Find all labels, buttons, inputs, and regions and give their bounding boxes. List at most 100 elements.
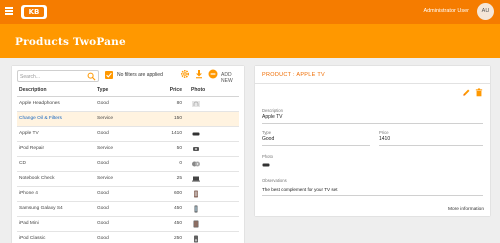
cell-type: Service xyxy=(97,111,153,127)
cell-photo xyxy=(186,156,239,172)
edit-pencil-icon[interactable] xyxy=(462,88,471,97)
app-logo[interactable]: KB xyxy=(21,5,47,19)
table-row[interactable]: iPod Repair Service 50 xyxy=(17,141,239,157)
cell-photo xyxy=(186,171,239,187)
cell-type: Good xyxy=(97,156,153,172)
cell-photo xyxy=(186,231,239,243)
cell-description: CD xyxy=(17,156,97,172)
cell-description: Samsung Galaxy S4 xyxy=(17,201,97,217)
ipad-mini-thumbnail-icon xyxy=(193,220,199,227)
download-icon[interactable] xyxy=(194,69,204,79)
top-app-bar: KB Administrator User AU xyxy=(0,0,500,24)
detail-header: PRODUCT : APPLE TV xyxy=(255,66,490,84)
user-name[interactable]: Administrator User xyxy=(423,8,469,14)
add-new-button[interactable]: ADD NEW xyxy=(221,72,244,84)
column-header-type[interactable]: Type xyxy=(97,84,153,97)
cell-photo xyxy=(186,201,239,217)
price-underline xyxy=(379,145,483,146)
cell-description: iPad Mini xyxy=(17,216,97,232)
description-value: Apple TV xyxy=(262,114,283,120)
cell-type: Good xyxy=(97,231,153,243)
add-circle-icon[interactable] xyxy=(208,69,218,79)
cell-price: 80 xyxy=(153,96,186,112)
cell-photo xyxy=(186,96,239,112)
headphones-thumbnail-icon xyxy=(192,100,200,107)
cell-description: Apple Headphones xyxy=(17,96,97,112)
table-row[interactable]: Apple TV Good 1410 xyxy=(17,126,239,142)
column-header-description[interactable]: Description xyxy=(17,84,97,97)
apple-tv-thumbnail-icon xyxy=(192,132,200,135)
observations-underline xyxy=(262,195,483,196)
cell-photo xyxy=(186,186,239,202)
hamburger-menu-icon[interactable] xyxy=(5,7,13,15)
gear-icon[interactable] xyxy=(180,69,190,79)
cell-description-text: Change Oil & Filters xyxy=(19,116,62,121)
cell-description: Apple TV xyxy=(17,126,97,142)
table-row[interactable]: Notebook Check Service 25 xyxy=(17,171,239,187)
table-row-selected[interactable]: Change Oil & Filters Service 150 xyxy=(17,111,239,127)
check-icon xyxy=(106,72,112,78)
filter-status-label: No filters are applied xyxy=(117,71,163,78)
table-row[interactable]: CD Good 0 xyxy=(17,156,239,172)
cell-price: 450 xyxy=(153,216,186,232)
cell-type: Good xyxy=(97,96,153,112)
cell-description: iPod Repair xyxy=(17,141,97,157)
cell-price: 50 xyxy=(153,141,186,157)
table-row[interactable]: Samsung Galaxy S4 Good 450 xyxy=(17,201,239,217)
search-icon[interactable] xyxy=(87,72,96,81)
cell-type: Service xyxy=(97,141,153,157)
cell-price: 25 xyxy=(153,171,186,187)
price-label: Price xyxy=(379,130,389,135)
cell-description: Notebook Check xyxy=(17,171,97,187)
observations-value: The best complement for your TV set xyxy=(262,187,338,192)
iphone-thumbnail-icon xyxy=(194,190,198,197)
table-row[interactable]: iPod Classic Good 250 xyxy=(17,231,239,243)
cell-photo xyxy=(186,126,239,142)
cell-type: Good xyxy=(97,216,153,232)
detail-title: PRODUCT : APPLE TV xyxy=(262,72,325,78)
filter-checkbox[interactable] xyxy=(105,70,113,79)
cell-price: 450 xyxy=(153,201,186,217)
cd-thumbnail-icon xyxy=(192,161,200,166)
description-underline xyxy=(262,123,483,124)
table-row[interactable]: Apple Headphones Good 80 xyxy=(17,96,239,112)
product-photo-thumbnail xyxy=(262,163,270,167)
cell-description: iPod Classic xyxy=(17,231,97,243)
ipod-thumbnail-icon xyxy=(193,146,199,151)
trash-icon[interactable] xyxy=(475,88,483,97)
table-header-row: Description Type Price Photo xyxy=(17,84,239,97)
cell-photo xyxy=(186,216,239,232)
cell-type: Good xyxy=(97,186,153,202)
table-row[interactable]: iPhone 4 Good 600 xyxy=(17,186,239,202)
cell-description: iPhone 4 xyxy=(17,186,97,202)
more-information-link[interactable]: More information xyxy=(448,207,484,212)
user-avatar[interactable]: AU xyxy=(477,3,494,20)
page-header: Products TwoPane xyxy=(0,24,500,58)
photo-label: Photo xyxy=(262,154,273,159)
cell-photo xyxy=(186,141,239,157)
search-input[interactable] xyxy=(20,72,84,81)
cell-description: Change Oil & Filters xyxy=(17,111,97,127)
cell-price: 600 xyxy=(153,186,186,202)
cell-type: Service xyxy=(97,171,153,187)
ipod-classic-thumbnail-icon xyxy=(194,235,198,242)
column-header-price[interactable]: Price xyxy=(153,84,186,97)
observations-label: Observations xyxy=(262,178,287,183)
logo-text: KB xyxy=(24,7,44,17)
table-row[interactable]: iPad Mini Good 450 xyxy=(17,216,239,232)
notebook-thumbnail-icon xyxy=(192,176,200,182)
search-box xyxy=(17,70,99,82)
description-label: Description xyxy=(262,108,283,113)
type-underline xyxy=(262,145,370,146)
price-value: 1410 xyxy=(379,136,391,142)
cell-type: Good xyxy=(97,201,153,217)
product-detail-panel: PRODUCT : APPLE TV Description Apple TV … xyxy=(255,66,490,216)
cell-type: Good xyxy=(97,126,153,142)
cell-price: 0 xyxy=(153,156,186,172)
galaxy-thumbnail-icon xyxy=(194,205,198,212)
type-value: Good xyxy=(262,136,275,142)
cell-photo xyxy=(186,111,239,127)
cell-price: 250 xyxy=(153,231,186,243)
column-header-photo[interactable]: Photo xyxy=(186,84,239,97)
cell-price: 1410 xyxy=(153,126,186,142)
